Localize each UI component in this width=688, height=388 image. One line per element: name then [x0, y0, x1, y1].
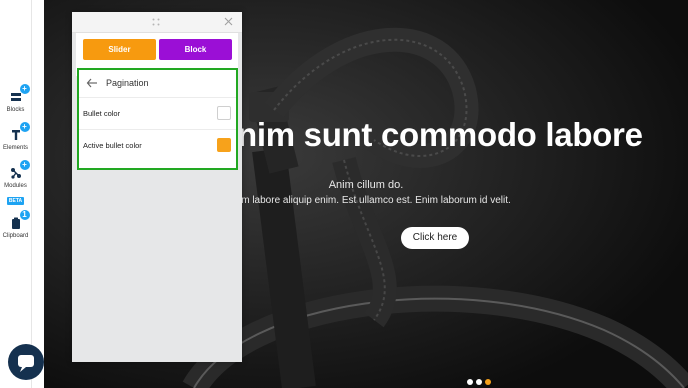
hero-heading: nim sunt commodo labore: [237, 116, 643, 153]
setting-row-active-bullet-color: Active bullet color: [79, 130, 236, 161]
pagination-bullet-active[interactable]: [485, 379, 491, 385]
sidebar-item-label: Blocks: [6, 107, 25, 113]
sidebar-item-elements[interactable]: + Elements: [0, 122, 31, 151]
setting-label: Bullet color: [83, 109, 121, 118]
sidebar-item-label: Clipboard: [2, 233, 29, 239]
sidebar-item-modules[interactable]: + Modules BETA: [0, 160, 31, 207]
color-swatch[interactable]: [217, 138, 231, 152]
click-here-button[interactable]: Click here: [401, 227, 469, 249]
add-badge-icon: +: [19, 84, 30, 94]
left-toolbar: + Blocks + Elements + Modules BETA 1 Cli…: [0, 0, 32, 388]
pagination-bullet[interactable]: [476, 379, 482, 385]
elements-icon: +: [9, 122, 30, 142]
blocks-icon: +: [9, 84, 30, 104]
back-arrow-icon[interactable]: [86, 77, 98, 89]
chat-button[interactable]: [8, 344, 44, 380]
slider-pagination: [467, 379, 493, 387]
settings-panel: Slider Block Pagination Bullet color Act…: [72, 12, 242, 362]
modules-icon: +: [9, 160, 30, 180]
sidebar-item-label: Elements: [2, 145, 28, 151]
panel-header[interactable]: [72, 12, 242, 33]
pagination-settings: Pagination Bullet color Active bullet co…: [77, 68, 238, 170]
add-badge-icon: +: [19, 122, 30, 132]
drag-handle-icon[interactable]: [152, 18, 160, 26]
count-badge: 1: [19, 210, 30, 220]
add-badge-icon: +: [19, 160, 30, 170]
section-title: Pagination: [106, 78, 149, 88]
setting-row-bullet-color: Bullet color: [79, 98, 236, 130]
tab-block[interactable]: Block: [159, 39, 232, 60]
clipboard-icon: 1: [9, 210, 30, 230]
sidebar-item-clipboard[interactable]: 1 Clipboard: [0, 210, 31, 239]
section-header: Pagination: [79, 70, 236, 98]
chat-icon: [18, 355, 34, 372]
close-icon[interactable]: [224, 17, 233, 26]
sidebar-item-label: Modules: [4, 183, 27, 189]
beta-badge: BETA: [6, 197, 25, 205]
sidebar-item-blocks[interactable]: + Blocks: [0, 84, 31, 113]
color-swatch[interactable]: [217, 106, 231, 120]
tab-slider[interactable]: Slider: [83, 39, 156, 60]
pagination-bullet[interactable]: [467, 379, 473, 385]
setting-label: Active bullet color: [83, 141, 142, 150]
